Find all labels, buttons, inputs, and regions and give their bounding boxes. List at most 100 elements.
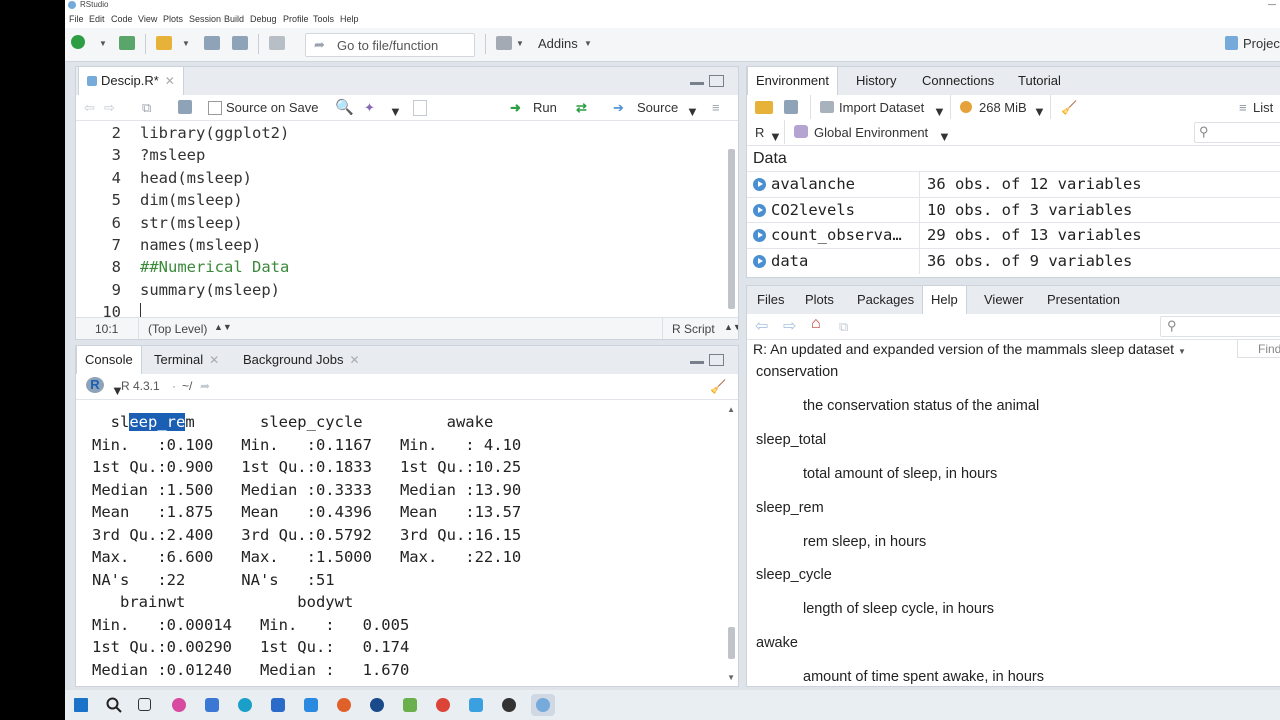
rerun-icon[interactable]: ⇄ [576, 100, 587, 116]
new-project-icon[interactable] [119, 36, 135, 50]
menu-help[interactable]: Help [340, 14, 359, 24]
save-icon[interactable] [204, 36, 220, 50]
help-home-icon[interactable]: ⌂ [811, 315, 821, 333]
import-dropdown-icon[interactable]: ▼ [933, 104, 946, 119]
memory-usage[interactable]: 268 MiB [979, 100, 1027, 115]
close-terminal-icon[interactable]: ✕ [209, 353, 219, 367]
tab-packages[interactable]: Packages [849, 286, 922, 314]
environment-dropdown-icon[interactable]: ▼ [938, 129, 951, 144]
project-menu[interactable]: Projec [1243, 36, 1280, 52]
run-button[interactable]: Run [533, 100, 557, 115]
open-recent-dropdown-icon[interactable]: ▼ [182, 39, 190, 55]
editor-scrollbar[interactable] [728, 149, 735, 309]
tab-console[interactable]: Console [76, 346, 142, 375]
help-content[interactable]: conservation the conservation status of … [747, 358, 1280, 686]
firefox-icon[interactable] [337, 698, 351, 712]
env-row[interactable]: CO2levels 10 obs. of 3 variables [747, 196, 1280, 223]
copilot-icon[interactable] [172, 698, 186, 712]
list-view-icon[interactable]: ≡ [1239, 100, 1247, 115]
import-dataset-icon[interactable] [820, 101, 834, 113]
tab-plots[interactable]: Plots [797, 286, 842, 314]
app-icon[interactable] [502, 698, 516, 712]
load-workspace-icon[interactable] [755, 101, 773, 114]
scope-selector[interactable]: (Top Level) [148, 322, 207, 336]
env-row[interactable]: avalanche 36 obs. of 12 variables [747, 171, 1280, 197]
go-to-directory-icon[interactable]: ➦ [200, 379, 210, 393]
scroll-up-icon[interactable]: ▲ [727, 405, 735, 414]
document-outline-icon[interactable] [413, 100, 427, 116]
minimize-pane-icon[interactable] [690, 361, 704, 364]
menu-debug[interactable]: Debug [250, 14, 277, 24]
expand-icon[interactable] [753, 254, 766, 268]
menu-profile[interactable]: Profile [283, 14, 309, 24]
source-dropdown-icon[interactable]: ▼ [686, 104, 699, 119]
show-in-window-icon[interactable]: ⧉ [142, 100, 151, 116]
source-on-save-checkbox[interactable] [208, 101, 222, 115]
chrome-icon[interactable] [436, 698, 450, 712]
scroll-down-icon[interactable]: ▼ [727, 673, 735, 682]
expand-icon[interactable] [753, 229, 766, 242]
maximize-pane-icon[interactable] [709, 75, 724, 87]
show-in-window-icon[interactable]: ⧉ [839, 319, 848, 335]
menu-code[interactable]: Code [111, 14, 133, 24]
tab-history[interactable]: History [848, 67, 904, 95]
tab-terminal[interactable]: Terminal ✕ [146, 346, 227, 374]
addins-dropdown-icon[interactable]: ▼ [584, 39, 592, 55]
clear-console-icon[interactable]: 🧹 [710, 379, 726, 395]
search-icon[interactable]: 🔍 [335, 98, 354, 116]
tab-files[interactable]: Files [749, 286, 792, 314]
save-file-icon[interactable] [178, 100, 192, 114]
minimize-window-icon[interactable]: — [1268, 0, 1276, 9]
import-dataset-button[interactable]: Import Dataset [839, 100, 924, 115]
menu-plots[interactable]: Plots [163, 14, 183, 24]
menu-build[interactable]: Build [224, 14, 244, 24]
help-forward-icon[interactable]: ⇨ [783, 316, 796, 336]
tab-viewer[interactable]: Viewer [976, 286, 1032, 314]
taskbar-search-icon[interactable] [106, 697, 122, 713]
open-file-icon[interactable] [156, 36, 172, 50]
tab-connections[interactable]: Connections [914, 67, 1002, 95]
pane-layout-icon[interactable] [496, 36, 512, 50]
tab-presentation[interactable]: Presentation [1039, 286, 1128, 314]
app-icon[interactable] [370, 698, 384, 712]
go-to-file-input[interactable]: ➦ Go to file/function [305, 33, 475, 57]
menu-session[interactable]: Session [189, 14, 221, 24]
expand-icon[interactable] [753, 203, 766, 217]
file-type-selector[interactable]: R Script [672, 322, 715, 336]
code-editor[interactable]: 2 library(ggplot2) 3 ?msleep 4 head(msle… [76, 122, 738, 322]
menu-view[interactable]: View [138, 14, 157, 24]
task-view-icon[interactable] [138, 698, 151, 711]
editor-menu-icon[interactable]: ≡ [712, 100, 720, 115]
edge-browser-icon[interactable] [238, 698, 252, 712]
code-tools-wand-icon[interactable]: ✦ [364, 100, 375, 116]
menu-file[interactable]: File [69, 14, 84, 24]
tab-background-jobs[interactable]: Background Jobs ✕ [235, 346, 368, 374]
language-dropdown-icon[interactable]: ▼ [769, 129, 782, 144]
store-icon[interactable] [304, 698, 318, 712]
file-type-dropdown-icon[interactable]: ▲▼ [724, 322, 738, 332]
outlook-icon[interactable] [271, 698, 285, 712]
slack-icon[interactable] [403, 698, 417, 712]
back-icon[interactable]: ⇦ [84, 100, 95, 116]
print-icon[interactable] [269, 36, 285, 50]
console-scrollbar[interactable] [728, 627, 735, 659]
menu-tools[interactable]: Tools [313, 14, 334, 24]
save-all-icon[interactable] [232, 36, 248, 50]
view-mode-list[interactable]: List [1253, 100, 1273, 115]
help-search-input[interactable] [1160, 316, 1280, 337]
minimize-pane-icon[interactable] [690, 82, 704, 85]
forward-icon[interactable]: ⇨ [104, 100, 115, 116]
env-row[interactable]: count_observa… 29 obs. of 13 variables [747, 222, 1280, 248]
env-row[interactable]: data 36 obs. of 9 variables [747, 247, 1280, 274]
memory-dropdown-icon[interactable]: ▼ [1033, 104, 1046, 119]
new-file-icon[interactable] [71, 35, 85, 49]
expand-icon[interactable] [753, 178, 766, 191]
widgets-icon[interactable] [205, 698, 219, 712]
run-arrow-icon[interactable]: ➜ [510, 100, 521, 116]
topic-dropdown-icon[interactable]: ▼ [1178, 347, 1186, 356]
windows-start-icon[interactable] [74, 698, 88, 712]
find-in-topic-input[interactable]: Find [1237, 339, 1280, 358]
project-icon[interactable] [1225, 36, 1238, 50]
layout-dropdown-icon[interactable]: ▼ [516, 39, 524, 55]
rstudio-taskbar-icon[interactable] [536, 698, 550, 712]
